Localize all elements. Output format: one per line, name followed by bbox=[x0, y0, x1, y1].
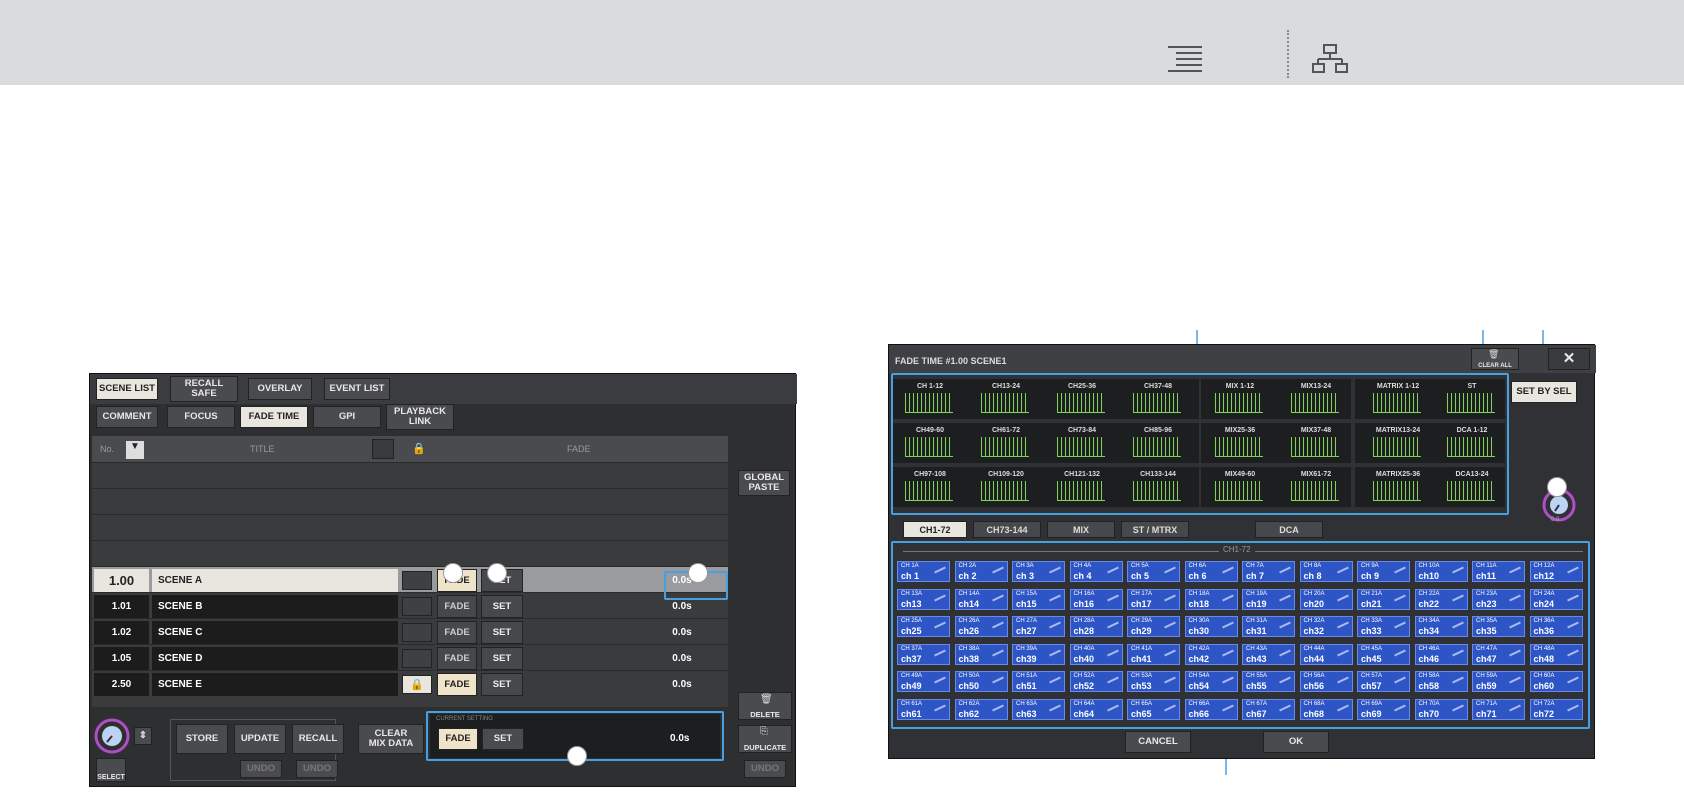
fade-time-value[interactable]: 0.0s bbox=[642, 647, 722, 670]
lock-icon[interactable]: 🔒 bbox=[402, 675, 432, 694]
scene-number: 1.01 bbox=[94, 595, 149, 618]
divider bbox=[1287, 30, 1289, 78]
set-button[interactable]: SET bbox=[481, 673, 523, 696]
table-row bbox=[92, 514, 728, 540]
scene-list-panel: SCENE LIST RECALL SAFE OVERLAY EVENT LIS… bbox=[89, 373, 797, 787]
scene-number: 1.05 bbox=[94, 647, 149, 670]
scene-title[interactable]: SCENE D bbox=[152, 647, 398, 670]
ok-button[interactable]: OK bbox=[1263, 731, 1329, 753]
tab-ch73-144[interactable]: CH73-144 bbox=[973, 521, 1041, 538]
tab-ch1-72[interactable]: CH1-72 bbox=[903, 521, 967, 538]
scene-table: No. ▼ TITLE 🔒 FADE 1.00 SCENE A FADE SET… bbox=[92, 436, 728, 707]
scene-title[interactable]: SCENE C bbox=[152, 621, 398, 644]
table-row[interactable]: 1.01 SCENE B FADE SET 0.0s bbox=[92, 592, 728, 618]
sitemap-icon[interactable] bbox=[1312, 44, 1348, 74]
lock-header-icon: 🔒 bbox=[412, 443, 426, 455]
tab-mix[interactable]: MIX bbox=[1047, 521, 1115, 538]
table-row[interactable]: 1.02 SCENE C FADE SET 0.0s bbox=[92, 618, 728, 644]
callout-marker bbox=[1547, 477, 1567, 497]
select-button[interactable]: SELECT bbox=[96, 758, 126, 782]
sort-down-icon[interactable]: ▼ bbox=[126, 441, 144, 459]
update-button[interactable]: UPDATE bbox=[234, 724, 286, 754]
subtab-comment[interactable]: COMMENT bbox=[96, 406, 158, 428]
subtab-gpi[interactable]: GPI bbox=[313, 406, 381, 428]
tab-event-list[interactable]: EVENT LIST bbox=[324, 378, 390, 400]
tab-dca[interactable]: DCA bbox=[1255, 521, 1323, 538]
outline-menu-icon[interactable] bbox=[1168, 46, 1202, 72]
table-row[interactable]: 2.50 SCENE E 🔒 FADE SET 0.0s bbox=[92, 670, 728, 696]
scene-title[interactable]: SCENE E bbox=[152, 673, 398, 696]
close-button[interactable]: ✕ bbox=[1548, 348, 1590, 370]
knob-icon[interactable] bbox=[94, 718, 134, 754]
fade-time-value[interactable]: 0.0s bbox=[642, 673, 722, 696]
tab-overlay[interactable]: OVERLAY bbox=[248, 378, 312, 400]
table-row bbox=[92, 540, 728, 566]
trash-icon: 🗑 bbox=[760, 694, 773, 705]
protect-toggle[interactable] bbox=[402, 597, 432, 616]
store-button[interactable]: STORE bbox=[176, 724, 228, 754]
protect-toggle[interactable] bbox=[402, 649, 432, 668]
header-fade: FADE bbox=[567, 444, 591, 454]
table-row-selected[interactable]: 1.00 SCENE A FADE SET 0.0s bbox=[92, 566, 728, 592]
undo-delete-button[interactable]: UNDO bbox=[744, 760, 786, 778]
set-button[interactable]: SET bbox=[481, 621, 523, 644]
cancel-button[interactable]: CANCEL bbox=[1125, 731, 1191, 753]
set-by-sel-button[interactable]: SET BY SEL bbox=[1511, 381, 1577, 403]
fade-button[interactable]: FADE bbox=[437, 673, 477, 696]
global-paste-button[interactable]: GLOBAL PASTE bbox=[738, 470, 790, 496]
expand-icon[interactable]: ⇕ bbox=[134, 727, 152, 745]
scene-title[interactable]: SCENE A bbox=[152, 569, 398, 592]
tab-recall-safe[interactable]: RECALL SAFE bbox=[170, 376, 238, 402]
highlight-groups bbox=[891, 373, 1509, 515]
callout-marker bbox=[443, 563, 463, 583]
fade-button[interactable]: FADE bbox=[437, 647, 477, 670]
scene-number: 1.00 bbox=[94, 569, 149, 592]
highlight-channel-grid bbox=[891, 541, 1590, 729]
protect-toggle[interactable] bbox=[402, 623, 432, 642]
callout-marker bbox=[688, 563, 708, 583]
recall-button[interactable]: RECALL bbox=[292, 724, 344, 754]
trash-icon: 🗑 bbox=[1488, 349, 1500, 359]
table-row bbox=[92, 488, 728, 514]
subtab-focus[interactable]: FOCUS bbox=[167, 406, 235, 428]
callout-marker bbox=[567, 746, 587, 766]
scene-title[interactable]: SCENE B bbox=[152, 595, 398, 618]
fade-button[interactable]: FADE bbox=[437, 621, 477, 644]
scene-number: 2.50 bbox=[94, 673, 149, 696]
protect-toggle[interactable] bbox=[402, 571, 432, 590]
title-edit-box[interactable] bbox=[372, 439, 394, 459]
fade-button[interactable]: FADE bbox=[437, 595, 477, 618]
subtab-fade-time[interactable]: FADE TIME bbox=[240, 406, 308, 428]
undo-update-button[interactable]: UNDO bbox=[240, 760, 282, 778]
fade-time-value[interactable]: 0.0s bbox=[642, 621, 722, 644]
subtab-playback-link[interactable]: PLAYBACK LINK bbox=[386, 404, 454, 430]
set-button[interactable]: SET bbox=[481, 647, 523, 670]
undo-recall-button[interactable]: UNDO bbox=[296, 760, 338, 778]
knob-value: 0.0 bbox=[1551, 517, 1560, 523]
table-row bbox=[92, 462, 728, 488]
callout-marker bbox=[487, 563, 507, 583]
tab-scene-list[interactable]: SCENE LIST bbox=[96, 378, 158, 400]
header-title: TITLE bbox=[250, 444, 275, 454]
tab-st-mtrx[interactable]: ST / MTRX bbox=[1121, 521, 1189, 538]
table-header: No. ▼ TITLE 🔒 FADE bbox=[92, 436, 728, 462]
set-button[interactable]: SET bbox=[481, 595, 523, 618]
clear-mix-data-button[interactable]: CLEAR MIX DATA bbox=[358, 724, 424, 754]
scene-number: 1.02 bbox=[94, 621, 149, 644]
table-row[interactable]: 1.05 SCENE D FADE SET 0.0s bbox=[92, 644, 728, 670]
fade-time-dialog: FADE TIME #1.00 SCENE1 CLEAR ALL 🗑 ✕ SET… bbox=[888, 344, 1596, 759]
duplicate-icon: ⎘ bbox=[760, 726, 768, 737]
top-bar bbox=[0, 0, 1684, 85]
header-no: No. bbox=[100, 444, 115, 454]
